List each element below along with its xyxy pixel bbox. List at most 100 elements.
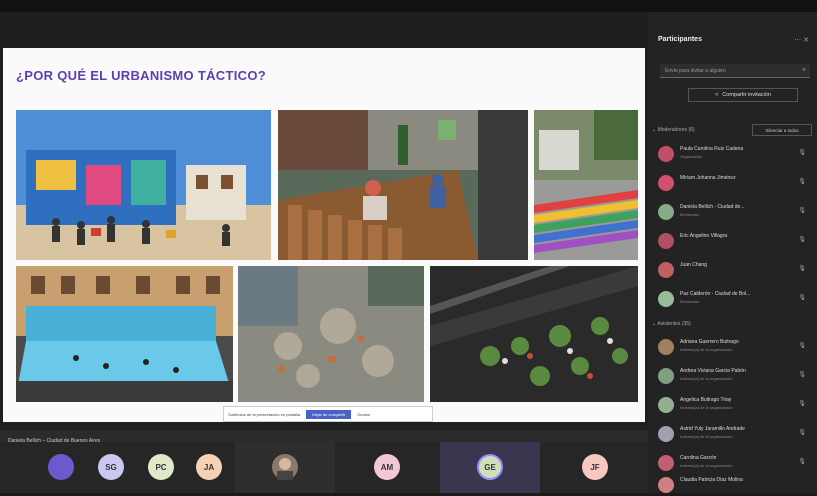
photo-street-plaza xyxy=(238,266,424,402)
avatar xyxy=(658,204,674,220)
participant-role: Invitado(a) de la organización xyxy=(680,405,733,410)
share-invitation-label: Compartir invitación xyxy=(722,92,771,98)
participant-name: Paz Calderón - Ciudad de Bol... xyxy=(680,291,751,297)
list-item[interactable]: Juan Chang 🎙 xyxy=(656,259,814,281)
list-item[interactable]: Daniela Bellich - Ciudad de... Moderador… xyxy=(656,201,814,223)
participant-name: Paula Carolina Ruiz Cadena xyxy=(680,146,744,152)
avatar: PC xyxy=(148,454,174,480)
avatar xyxy=(658,368,674,384)
microphone-icon: 🎙 xyxy=(798,401,806,407)
microphone-icon: 🎙 xyxy=(798,459,806,465)
list-item[interactable]: Adriana Guerrero Buitrago Invitado(a) de… xyxy=(656,336,814,358)
participant-name: Juan Chang xyxy=(680,262,707,268)
list-item[interactable]: Carolina Garzón Invitado(a) de la organi… xyxy=(656,452,814,474)
microphone-icon: 🎙 xyxy=(798,150,806,156)
list-item[interactable]: Miriam Johanna Jiménez 🎙 xyxy=(656,172,814,194)
close-icon[interactable]: ✕ xyxy=(803,37,809,44)
avatar: AM xyxy=(374,454,400,480)
list-item[interactable]: Paula Carolina Ruiz Cadena Organizador 🎙 xyxy=(656,143,814,165)
invite-search-input[interactable]: Envíe para invitar a alguien ⌕ xyxy=(660,64,810,78)
microphone-icon: 🎙 xyxy=(798,372,806,378)
participant-name: Carolina Garzón xyxy=(680,455,717,461)
microphone-icon: 🎙 xyxy=(798,266,806,272)
shared-screen-stage: ¿POR QUÉ EL URBANISMO TÁCTICO? Subtítulo… xyxy=(0,12,648,454)
list-item[interactable]: Astrid Yuly Jaramillo Andrade Invitado(a… xyxy=(656,423,814,445)
avatar: GE xyxy=(477,454,503,480)
participant-name: Astrid Yuly Jaramillo Andrade xyxy=(680,426,745,432)
participant-name: Andrea Viviana Garcia Pabón xyxy=(680,368,746,374)
photo-wooden-parklet xyxy=(278,110,528,260)
attendees-section-header[interactable]: ⌄ Asistentes (35) xyxy=(652,321,691,327)
gallery-tile[interactable] xyxy=(40,442,84,493)
avatar: SG xyxy=(98,454,124,480)
photo-blue-street xyxy=(16,266,233,402)
gallery-tile[interactable]: GE xyxy=(440,442,540,493)
presentation-slide: ¿POR QUÉ EL URBANISMO TÁCTICO? Subtítulo… xyxy=(3,48,645,422)
video-gallery: SG PC JA AM GE JF xyxy=(0,442,648,493)
share-icon: < xyxy=(715,92,719,98)
share-bar-message: Subtítulos de la presentación en pantall… xyxy=(228,411,301,417)
participant-name: Adriana Guerrero Buitrago xyxy=(680,339,739,345)
list-item[interactable]: Paz Calderón - Ciudad de Bol... Moderado… xyxy=(656,288,814,310)
presenters-section-label: Moderadores (6) xyxy=(657,127,695,133)
chevron-down-icon: ⌄ xyxy=(652,127,657,133)
avatar xyxy=(272,454,298,480)
hide-button[interactable]: Ocultar xyxy=(357,412,370,417)
gallery-tile[interactable]: SG xyxy=(90,442,134,493)
participant-role: Invitado(a) de la organización xyxy=(680,376,733,381)
more-options-icon[interactable]: ⋯ xyxy=(794,37,801,44)
presenters-section-header[interactable]: ⌄ Moderadores (6) xyxy=(652,127,695,133)
stop-sharing-button[interactable]: Dejar de compartir xyxy=(306,409,352,419)
gallery-tile[interactable]: JF xyxy=(555,442,635,493)
avatar xyxy=(658,175,674,191)
gallery-tile[interactable]: AM xyxy=(340,442,435,493)
share-invitation-button[interactable]: < Compartir invitación xyxy=(688,88,798,102)
participant-name: Daniela Bellich - Ciudad de... xyxy=(680,204,745,210)
microphone-icon: 🎙 xyxy=(798,237,806,243)
avatar xyxy=(48,454,74,480)
chevron-down-icon: ⌄ xyxy=(652,321,657,327)
list-item[interactable]: Angelica Buitrago Triay Invitado(a) de l… xyxy=(656,394,814,416)
avatar xyxy=(658,146,674,162)
participant-name: Angelica Buitrago Triay xyxy=(680,397,732,403)
avatar xyxy=(658,339,674,355)
avatar: JA xyxy=(196,454,222,480)
gallery-tile[interactable]: PC xyxy=(140,442,184,493)
avatar xyxy=(658,455,674,471)
gallery-tile[interactable] xyxy=(235,442,335,493)
mute-all-button[interactable]: Silenciar a todos xyxy=(752,124,812,136)
participant-role: Invitado(a) de la organización xyxy=(680,434,733,439)
invite-placeholder: Envíe para invitar a alguien xyxy=(665,68,726,74)
panel-title: Participantes xyxy=(658,36,702,43)
participant-role: Invitado(a) de la organización xyxy=(680,347,733,352)
participant-name: Claudia Patricia Díaz Molina xyxy=(680,477,743,483)
photo-aerial-planters xyxy=(430,266,638,402)
screen-share-control-bar: Subtítulos de la presentación en pantall… xyxy=(223,406,433,422)
panel-controls: ⋯ ✕ xyxy=(794,36,809,44)
window-top-bar xyxy=(0,0,817,12)
participant-role: Moderador xyxy=(680,299,700,304)
participant-name: Miriam Johanna Jiménez xyxy=(680,175,736,181)
list-item[interactable]: Eric Angelino Villagra 🎙 xyxy=(656,230,814,252)
photo-colorful-crosswalk xyxy=(534,110,638,260)
microphone-icon: 🎙 xyxy=(798,430,806,436)
gallery-tile[interactable]: JA xyxy=(188,442,232,493)
avatar: JF xyxy=(582,454,608,480)
participants-panel: Participantes ⋯ ✕ Envíe para invitar a a… xyxy=(648,12,817,493)
list-item[interactable]: Andrea Viviana Garcia Pabón Invitado(a) … xyxy=(656,365,814,387)
slide-title: ¿POR QUÉ EL URBANISMO TÁCTICO? xyxy=(16,68,266,83)
avatar xyxy=(658,426,674,442)
participant-name: Eric Angelino Villagra xyxy=(680,233,728,239)
attendees-section-label: Asistentes (35) xyxy=(657,321,691,327)
microphone-icon: 🎙 xyxy=(798,208,806,214)
photo-street-mural xyxy=(16,110,271,260)
microphone-icon: 🎙 xyxy=(798,343,806,349)
search-icon: ⌕ xyxy=(802,67,806,73)
avatar xyxy=(658,233,674,249)
microphone-icon: 🎙 xyxy=(798,295,806,301)
avatar xyxy=(658,262,674,278)
avatar xyxy=(658,397,674,413)
participant-role: Moderador xyxy=(680,212,700,217)
participant-role: Organizador xyxy=(680,154,703,159)
avatar xyxy=(658,477,674,493)
